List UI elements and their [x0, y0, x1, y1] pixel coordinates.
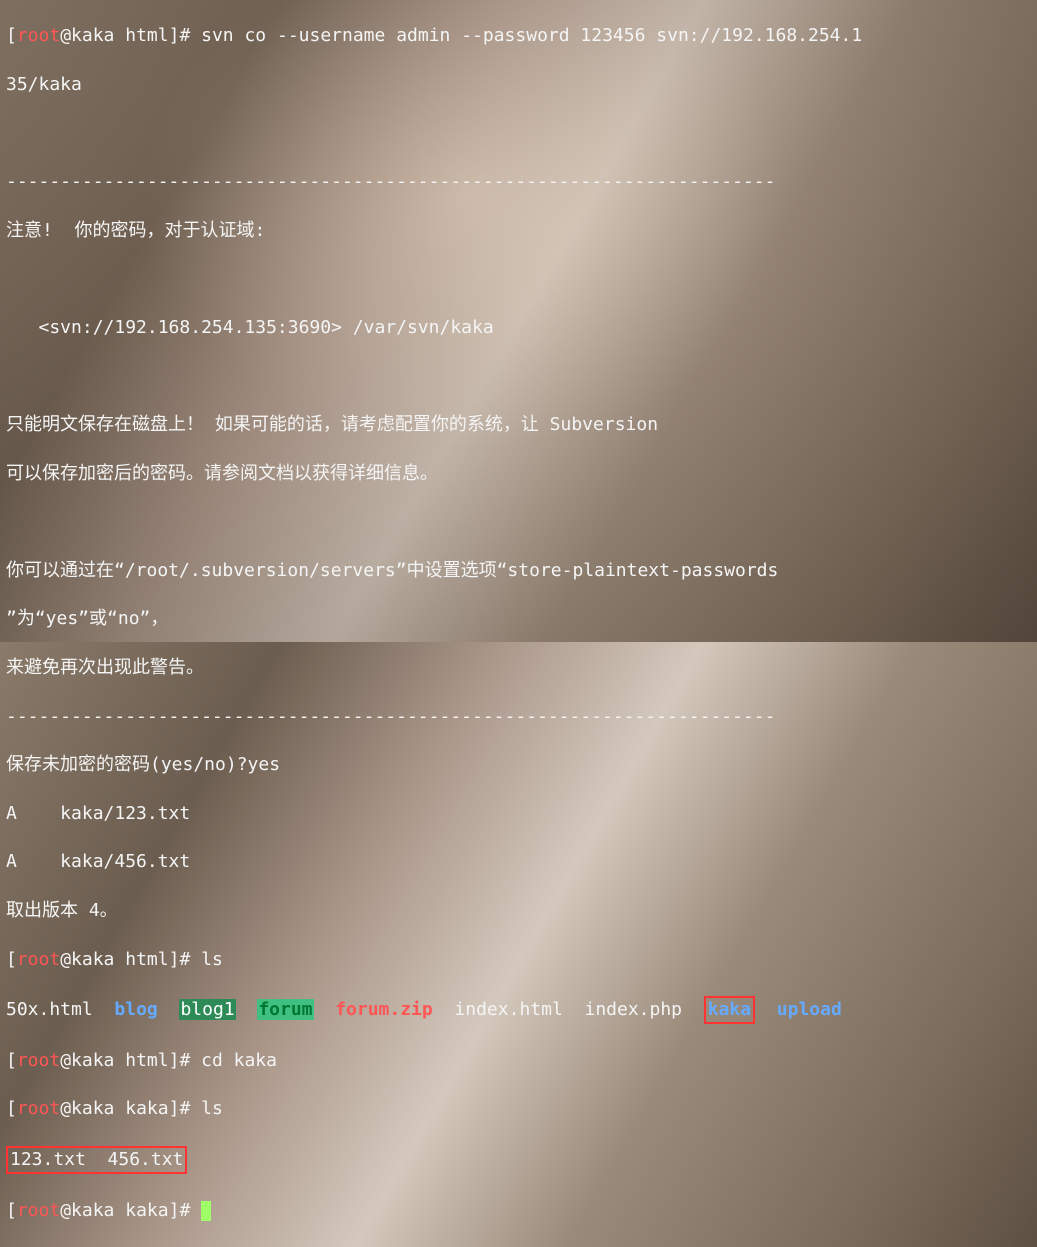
file-50x-html: 50x.html	[6, 999, 93, 1020]
prompt-line-3: [root@kaka html]# cd kaka	[6, 1049, 1031, 1073]
file-index-html: index.html	[454, 999, 562, 1020]
warning-text: 注意! 你的密码，对于认证域:	[6, 219, 1031, 243]
svn-revision: 取出版本 4。	[6, 899, 1031, 923]
separator: ----------------------------------------…	[6, 705, 1031, 729]
prompt-line-4: [root@kaka kaka]# ls	[6, 1097, 1031, 1121]
file-index-php: index.php	[584, 999, 682, 1020]
svn-add-line: A kaka/123.txt	[6, 802, 1031, 826]
cursor[interactable]	[201, 1201, 211, 1221]
warning-text: 可以保存加密后的密码。请参阅文档以获得详细信息。	[6, 462, 1031, 486]
warning-text: 你可以通过在“/root/.subversion/servers”中设置选项“s…	[6, 559, 1031, 583]
warning-text: 只能明文保存在磁盘上！ 如果可能的话，请考虑配置你的系统，让 Subversio…	[6, 413, 1031, 437]
password-prompt: 保存未加密的密码(yes/no)?yes	[6, 753, 1031, 777]
command-svn-checkout: svn co --username admin --password 12345…	[201, 25, 862, 46]
separator: ----------------------------------------…	[6, 170, 1031, 194]
warning-text: ”为“yes”或“no”，	[6, 607, 1031, 631]
command-ls-2: ls	[201, 1098, 223, 1119]
dir-blog1: blog1	[179, 999, 235, 1020]
terminal-output[interactable]: [root@kaka html]# svn co --username admi…	[0, 0, 1037, 1247]
command-cd-kaka: cd kaka	[201, 1050, 277, 1071]
warning-text: 来避免再次出现此警告。	[6, 656, 1031, 680]
svn-realm: <svn://192.168.254.135:3690> /var/svn/ka…	[6, 316, 1031, 340]
prompt-line-2: [root@kaka html]# ls	[6, 948, 1031, 972]
highlighted-files: 123.txt 456.txt	[6, 1146, 187, 1174]
prompt-user: root	[17, 25, 60, 46]
highlighted-dir-kaka: kaka	[704, 996, 755, 1024]
command-continuation: 35/kaka	[6, 73, 1031, 97]
ls-output-2: 123.txt 456.txt	[6, 1146, 1031, 1174]
svn-add-line: A kaka/456.txt	[6, 850, 1031, 874]
dir-upload: upload	[777, 999, 842, 1020]
dir-forum: forum	[257, 999, 313, 1020]
prompt-path: html	[125, 25, 168, 46]
dir-blog: blog	[114, 999, 157, 1020]
prompt-host: kaka	[71, 25, 114, 46]
ls-output-1: 50x.html blog blog1 forum forum.zip inde…	[6, 996, 1031, 1024]
command-ls: ls	[201, 949, 223, 970]
prompt-line-5: [root@kaka kaka]#	[6, 1199, 1031, 1223]
prompt-line-1: [root@kaka html]# svn co --username admi…	[6, 24, 1031, 48]
file-forum-zip: forum.zip	[335, 999, 433, 1020]
